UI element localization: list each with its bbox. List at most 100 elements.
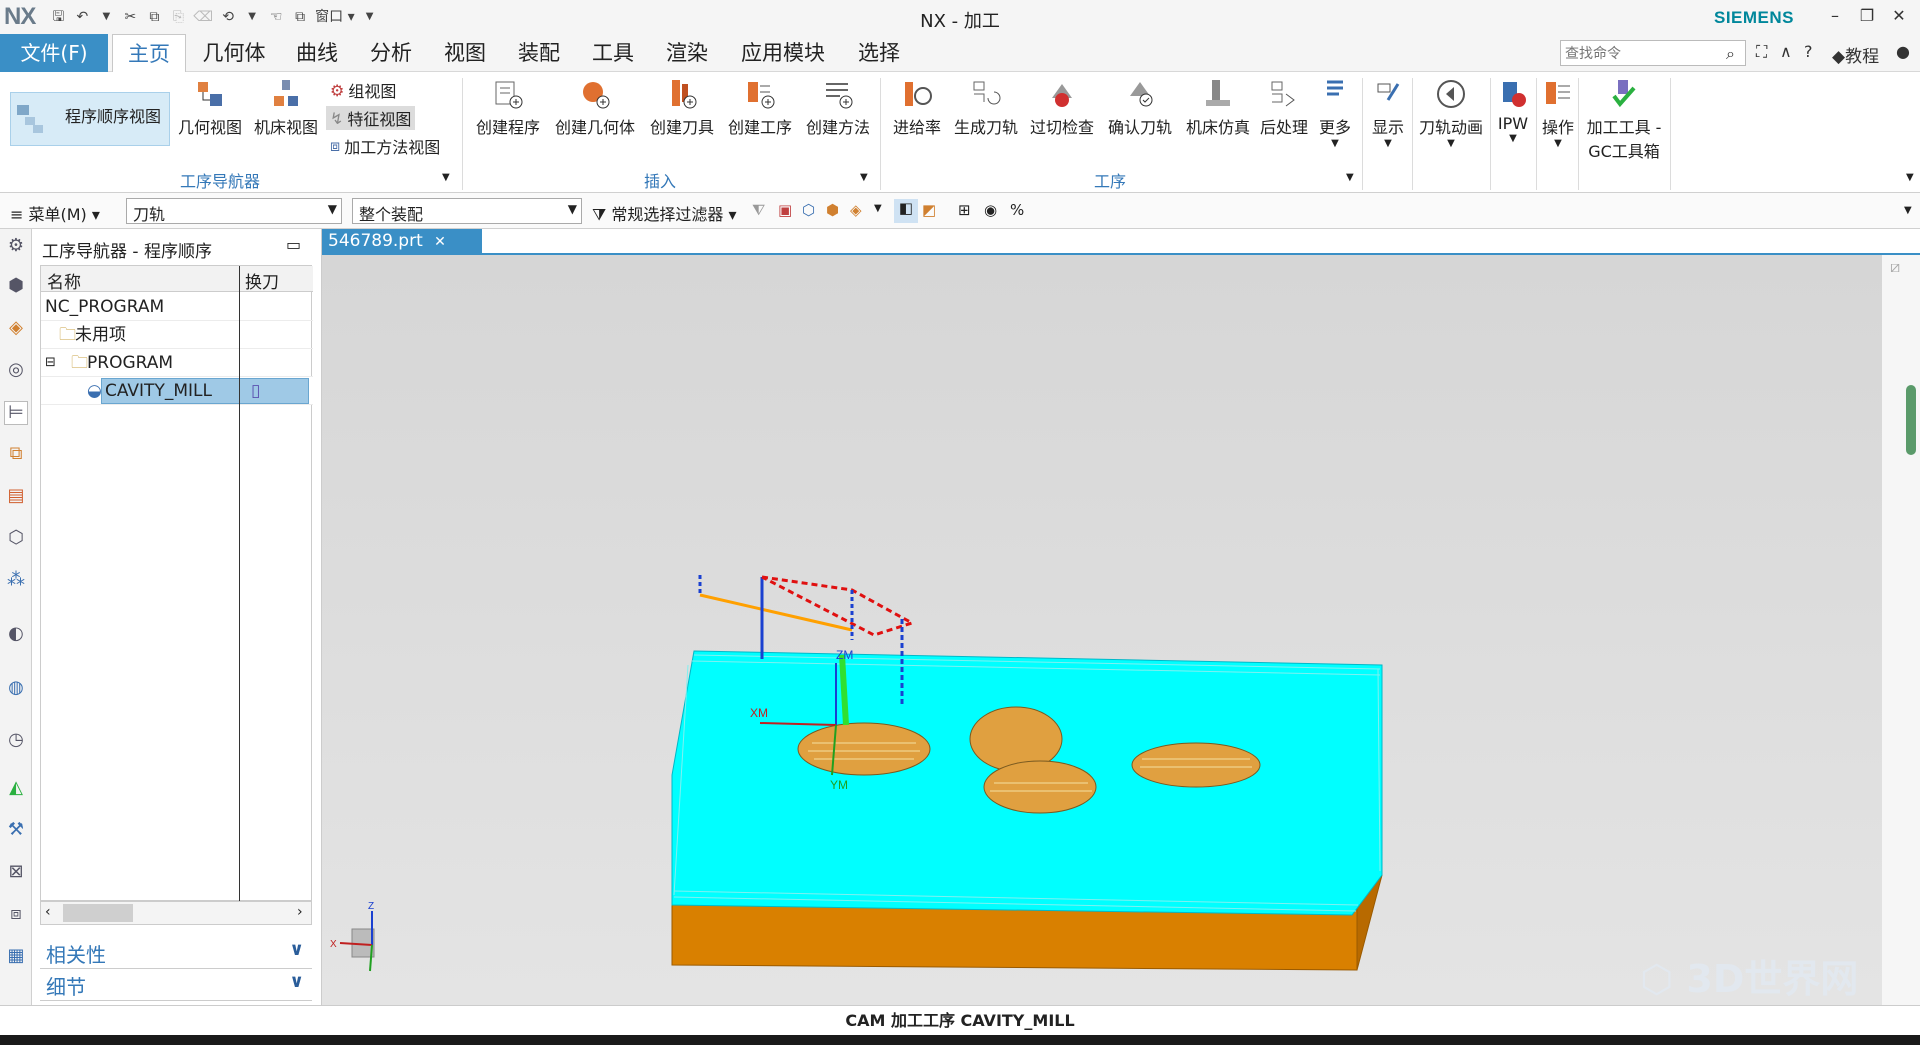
generate-toolpath-button[interactable]: 生成刀轨 bbox=[950, 78, 1022, 138]
assembly-navigator-icon[interactable]: ⬢ bbox=[4, 275, 28, 299]
ipw-button[interactable]: IPW ▼ bbox=[1492, 78, 1534, 144]
hd3d-tools-icon[interactable]: ⁂ bbox=[4, 569, 28, 593]
machine-tool-navigator-icon[interactable]: ⧉ bbox=[4, 443, 28, 467]
tab-render[interactable]: 渲染 bbox=[654, 34, 720, 72]
horizontal-scrollbar[interactable]: ‹ › bbox=[40, 901, 312, 925]
system-materials-icon[interactable]: ◭ bbox=[4, 777, 28, 801]
role-icon[interactable]: ⧈ bbox=[4, 903, 28, 927]
fullscreen-icon[interactable]: ⛶ bbox=[1756, 42, 1767, 62]
restore-button[interactable]: ❐ bbox=[1852, 6, 1882, 25]
program-order-view-button[interactable]: 程序顺序视图 bbox=[10, 92, 170, 146]
minimize-button[interactable]: – bbox=[1820, 6, 1850, 25]
feature-view-button[interactable]: ↯ 特征视图 bbox=[326, 106, 416, 130]
column-toolchange-header[interactable]: 换刀 bbox=[245, 268, 279, 293]
machine-view-button[interactable]: 机床视图 bbox=[250, 78, 322, 138]
history-globe-icon[interactable]: ◍ bbox=[4, 677, 28, 701]
nav-group-dropdown-icon[interactable]: ▼ bbox=[442, 172, 450, 183]
create-program-button[interactable]: 创建程序 bbox=[470, 78, 546, 138]
select-component-icon[interactable]: ◈ bbox=[850, 201, 862, 219]
tree-row-program[interactable]: ⊟ 🗀 PROGRAM bbox=[41, 349, 313, 377]
machining-feature-navigator-icon[interactable]: ▤ bbox=[4, 485, 28, 509]
feed-rate-button[interactable]: 进给率 bbox=[884, 78, 950, 138]
create-method-button[interactable]: 创建方法 bbox=[800, 78, 876, 138]
tab-analysis[interactable]: 分析 bbox=[358, 34, 424, 72]
tab-selection[interactable]: 选择 bbox=[846, 34, 912, 72]
wireframe-mode-icon[interactable]: ◩ bbox=[922, 201, 936, 219]
operate-button[interactable]: 操作 ▼ bbox=[1538, 78, 1578, 149]
manufacturing-wizard-icon[interactable]: ⊠ bbox=[4, 861, 28, 885]
tree-row-unused-items[interactable]: 🗀 未用项 bbox=[41, 321, 313, 349]
show-hide-icon[interactable]: ◉ bbox=[984, 201, 997, 219]
selection-scope-select[interactable]: 整个装配 ▼ bbox=[352, 198, 582, 224]
group-view-button[interactable]: ⚙ 组视图 bbox=[330, 78, 396, 102]
more-button[interactable]: 更多 ▼ bbox=[1314, 78, 1356, 149]
collapse-icon[interactable]: ⊟ bbox=[45, 349, 56, 377]
geometry-view-button[interactable]: 几何视图 bbox=[174, 78, 246, 138]
3d-canvas[interactable]: ZM XM YM Z X bbox=[322, 255, 1882, 1005]
selection-options-dropdown-icon[interactable]: ▼ bbox=[874, 203, 882, 214]
operation-group-dropdown-icon[interactable]: ▼ bbox=[1346, 172, 1354, 183]
web-browser-icon[interactable]: ◐ bbox=[4, 623, 28, 647]
machine-simulation-button[interactable]: 机床仿真 bbox=[1180, 78, 1256, 138]
gc-toolbox-button[interactable]: 加工工具 - GC工具箱 bbox=[1580, 78, 1668, 162]
tab-geometry[interactable]: 几何体 bbox=[194, 34, 274, 72]
command-search-input[interactable] bbox=[1560, 40, 1746, 66]
type-filter-select[interactable]: 刀轨 ▼ bbox=[126, 198, 342, 224]
settings-gear-icon[interactable]: ⚙ bbox=[4, 235, 28, 259]
tab-home[interactable]: 主页 bbox=[112, 34, 186, 72]
create-operation-button[interactable]: 创建工序 bbox=[722, 78, 798, 138]
general-selection-filter-button[interactable]: ⧩ 常规选择过滤器 ▾ bbox=[592, 201, 737, 225]
search-icon[interactable]: ⌕ bbox=[1726, 44, 1735, 64]
scroll-left-icon[interactable]: ‹ bbox=[45, 904, 51, 920]
scroll-thumb[interactable] bbox=[63, 904, 133, 922]
tab-tools[interactable]: 工具 bbox=[580, 34, 646, 72]
scroll-right-icon[interactable]: › bbox=[297, 904, 303, 920]
document-tab[interactable]: 546789.prt ✕ bbox=[322, 229, 482, 253]
insert-group-dropdown-icon[interactable]: ▼ bbox=[860, 172, 868, 183]
constraint-navigator-icon[interactable]: ◎ bbox=[4, 359, 28, 383]
ribbon-options-dropdown-icon[interactable]: ▼ bbox=[1906, 172, 1914, 183]
table-icon[interactable]: ▦ bbox=[4, 945, 28, 969]
file-menu-tab[interactable]: 文件(F) bbox=[0, 34, 108, 72]
display-button[interactable]: 显示 ▼ bbox=[1366, 78, 1410, 149]
select-feature-icon[interactable]: ▣ bbox=[778, 201, 792, 219]
help-icon[interactable]: ? bbox=[1804, 42, 1813, 61]
create-geometry-button[interactable]: 创建几何体 bbox=[550, 78, 640, 138]
tree-row-nc-program[interactable]: NC_PROGRAM bbox=[41, 293, 313, 321]
create-tool-button[interactable]: 创建刀具 bbox=[644, 78, 720, 138]
method-view-button[interactable]: ⧈ 加工方法视图 bbox=[330, 134, 440, 158]
menu-button[interactable]: ≡ 菜单(M) ▾ bbox=[10, 201, 100, 225]
vertical-scroll-thumb[interactable] bbox=[1906, 385, 1916, 455]
tab-assembly[interactable]: 装配 bbox=[506, 34, 572, 72]
toolbar-options-dropdown-icon[interactable]: ▼ bbox=[1904, 205, 1912, 216]
close-icon[interactable]: ✕ bbox=[434, 234, 446, 250]
select-body-icon[interactable]: ⬢ bbox=[826, 201, 839, 219]
process-studio-icon[interactable]: ⚒ bbox=[4, 819, 28, 843]
collapse-ribbon-icon[interactable]: ∧ bbox=[1780, 42, 1792, 61]
snap-icon[interactable]: % bbox=[1010, 201, 1024, 219]
view-options-icon[interactable]: ⧄ bbox=[1890, 257, 1900, 277]
verify-toolpath-button[interactable]: 确认刀轨 bbox=[1102, 78, 1178, 138]
history-clock-icon[interactable]: ◷ bbox=[4, 729, 28, 753]
tab-application[interactable]: 应用模块 bbox=[728, 34, 838, 72]
shaded-mode-icon[interactable]: ◧ bbox=[894, 199, 918, 223]
column-name-header[interactable]: 名称 bbox=[47, 268, 81, 293]
operation-navigator-icon[interactable]: ⊨ bbox=[4, 401, 28, 425]
gouge-check-button[interactable]: 过切检查 bbox=[1024, 78, 1100, 138]
reuse-library-icon[interactable]: ⬡ bbox=[4, 527, 28, 551]
select-all-icon[interactable]: ⧨ bbox=[752, 201, 765, 219]
dependencies-panel-header[interactable]: 相关性 ∨ bbox=[40, 939, 312, 969]
tutorial-button[interactable]: ◆教程 bbox=[1832, 42, 1879, 67]
maximize-panel-icon[interactable]: ▭ bbox=[286, 235, 301, 254]
details-panel-header[interactable]: 细节 ∨ bbox=[40, 971, 312, 1001]
part-navigator-icon[interactable]: ◈ bbox=[4, 317, 28, 341]
tab-view[interactable]: 视图 bbox=[432, 34, 498, 72]
toolpath-animation-button[interactable]: 刀轨动画 ▼ bbox=[1414, 78, 1488, 149]
tab-curve[interactable]: 曲线 bbox=[284, 34, 350, 72]
close-button[interactable]: ✕ bbox=[1884, 6, 1914, 25]
mcs-icon[interactable]: ⊞ bbox=[958, 201, 971, 219]
user-status-icon[interactable]: ● bbox=[1896, 42, 1910, 61]
post-process-button[interactable]: 后处理 bbox=[1256, 78, 1312, 138]
select-face-icon[interactable]: ⬡ bbox=[802, 201, 815, 219]
tree-row-cavity-mill[interactable]: ◒ CAVITY_MILL ▯ bbox=[41, 377, 313, 405]
